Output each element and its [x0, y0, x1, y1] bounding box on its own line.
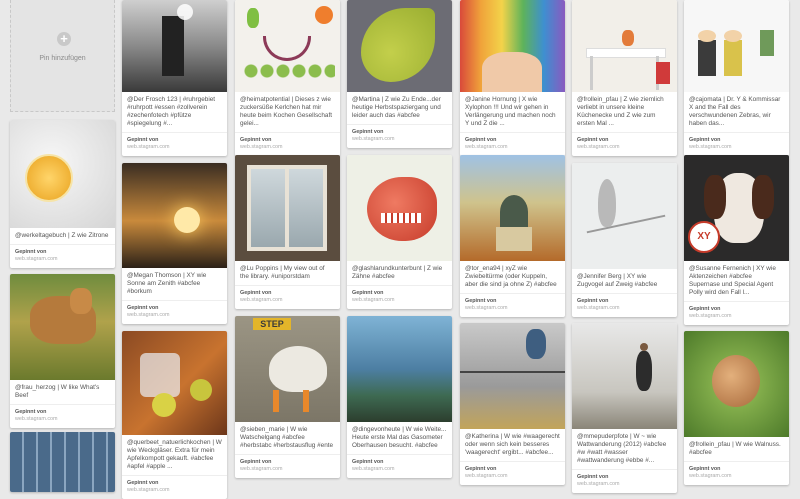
pin-image[interactable]	[235, 155, 340, 261]
pin-image[interactable]	[122, 163, 227, 268]
pin-description: @Lu Poppins | My view out of the library…	[235, 261, 340, 286]
pin-image[interactable]	[10, 120, 115, 228]
pin-description: @Katherina | W wie #waagerecht oder wenn…	[460, 429, 565, 462]
pin-source: Gepinnt von web.stagram.com	[127, 137, 170, 150]
pin-description: @frollein_pfau | W wie Walnuss. #abcfee	[684, 437, 789, 462]
pin-source: Gepinnt von web.stagram.com	[689, 466, 732, 479]
pin-source: Gepinnt von web.stagram.com	[352, 459, 395, 472]
pin-description: @sieben_marie | W wie Watschelgang #abcf…	[235, 422, 340, 455]
pin-card[interactable]: @mmepuderpfote | W ~ wie Wattwanderung (…	[572, 323, 677, 493]
pin-description: @werkeltagebuch | Z wie Zitrone	[10, 228, 115, 245]
pin-source: Gepinnt von web.stagram.com	[465, 466, 508, 479]
pin-card[interactable]: @frollein_pfau | W wie Walnuss. #abcfee …	[684, 331, 789, 485]
pin-image[interactable]	[572, 323, 677, 429]
pin-card[interactable]: @Lu Poppins | My view out of the library…	[235, 155, 340, 309]
pin-image[interactable]	[684, 331, 789, 437]
pin-source: Gepinnt von web.stagram.com	[352, 129, 395, 142]
pin-card[interactable]: @Katherina | W wie #waagerecht oder wenn…	[460, 323, 565, 485]
pin-image[interactable]: XY	[684, 155, 789, 261]
pin-description: @tor_ena94 | xyZ wie Zwiebeltürme (oder …	[460, 261, 565, 294]
plus-icon: +	[57, 32, 71, 46]
pin-card[interactable]: @cajomata | Dr. Y & Kommissar X and the …	[684, 0, 789, 156]
pin-description: @Martina | Z wie Zu Ende...der heutige H…	[347, 92, 452, 125]
pin-image[interactable]	[347, 0, 452, 92]
pin-image[interactable]	[572, 0, 677, 92]
pin-image[interactable]	[10, 432, 115, 492]
pin-description: @Megan Thomson | XY wie Sonne am Zenith …	[122, 268, 227, 301]
pin-card[interactable]: @heimatpotential | Dieses z wie zuckersü…	[235, 0, 340, 156]
pin-description: @cajomata | Dr. Y & Kommissar X and the …	[684, 92, 789, 133]
pin-source: Gepinnt von web.stagram.com	[240, 290, 283, 303]
pin-source: Gepinnt von web.stagram.com	[465, 298, 508, 311]
add-pin-button[interactable]: + Pin hinzufügen	[10, 0, 115, 112]
pin-source: Gepinnt von web.stagram.com	[15, 409, 58, 422]
pin-image[interactable]	[347, 155, 452, 261]
pin-description: @dingevonheute | W wie Weite... Heute er…	[347, 422, 452, 455]
pin-source: Gepinnt von web.stagram.com	[577, 474, 620, 487]
pin-image[interactable]	[347, 316, 452, 422]
add-pin-label: Pin hinzufügen	[39, 55, 86, 62]
pin-description: @Jennifer Berg | XY wie Zugvogel auf Zwe…	[572, 269, 677, 294]
pin-description: @frau_herzog | W like What's Beef	[10, 380, 115, 405]
pin-card[interactable]: @Megan Thomson | XY wie Sonne am Zenith …	[122, 163, 227, 324]
pin-card[interactable]	[10, 432, 115, 492]
pin-image[interactable]: STEP	[235, 316, 340, 422]
pin-source: Gepinnt von web.stagram.com	[689, 137, 732, 150]
pin-image[interactable]	[235, 0, 340, 92]
pin-card[interactable]: @Martina | Z wie Zu Ende...der heutige H…	[347, 0, 452, 148]
pin-source: Gepinnt von web.stagram.com	[127, 480, 170, 493]
pin-source: Gepinnt von web.stagram.com	[15, 249, 58, 262]
pin-description: @mmepuderpfote | W ~ wie Wattwanderung (…	[572, 429, 677, 470]
pin-description: @heimatpotential | Dieses z wie zuckersü…	[235, 92, 340, 133]
pin-description: @glashlarundkunterbunt | Z wie Zähne #ab…	[347, 261, 452, 286]
pin-source: Gepinnt von web.stagram.com	[127, 305, 170, 318]
pin-description: @querbeet_natuerlichkochen | W wie Weckg…	[122, 435, 227, 476]
pin-source: Gepinnt von web.stagram.com	[577, 137, 620, 150]
pin-image[interactable]	[122, 0, 227, 92]
pin-description: @Janine Hornung | X wie Xylophon !!! Und…	[460, 92, 565, 133]
pin-image[interactable]	[684, 0, 789, 92]
pin-image[interactable]	[572, 163, 677, 269]
pin-card[interactable]: @frollein_pfau | Z wie ziemlich verliebt…	[572, 0, 677, 156]
pin-source: Gepinnt von web.stagram.com	[240, 459, 283, 472]
pin-image[interactable]	[10, 274, 115, 380]
pin-source: Gepinnt von web.stagram.com	[689, 306, 732, 319]
pin-card[interactable]: @tor_ena94 | xyZ wie Zwiebeltürme (oder …	[460, 155, 565, 317]
pin-card[interactable]: @glashlarundkunterbunt | Z wie Zähne #ab…	[347, 155, 452, 309]
pin-card[interactable]: @Jennifer Berg | XY wie Zugvogel auf Zwe…	[572, 163, 677, 317]
pin-description: @Der Frosch 123 | #ruhrgebiet #ruhrpott …	[122, 92, 227, 133]
pin-card[interactable]: @werkeltagebuch | Z wie Zitrone Gepinnt …	[10, 120, 115, 268]
pin-card[interactable]: @Der Frosch 123 | #ruhrgebiet #ruhrpott …	[122, 0, 227, 156]
pin-description: @frollein_pfau | Z wie ziemlich verliebt…	[572, 92, 677, 133]
pin-source: Gepinnt von web.stagram.com	[240, 137, 283, 150]
pin-card[interactable]: STEP @sieben_marie | W wie Watschelgang …	[235, 316, 340, 478]
pin-description: @Susanne Fernenich | XY wie Aktenzeichen…	[684, 261, 789, 302]
pin-source: Gepinnt von web.stagram.com	[577, 298, 620, 311]
pin-card[interactable]: @dingevonheute | W wie Weite... Heute er…	[347, 316, 452, 478]
pin-image[interactable]	[460, 0, 565, 92]
pin-source: Gepinnt von web.stagram.com	[352, 290, 395, 303]
pin-card[interactable]: XY @Susanne Fernenich | XY wie Aktenzeic…	[684, 155, 789, 325]
pin-card[interactable]: @frau_herzog | W like What's Beef Gepinn…	[10, 274, 115, 428]
pin-image[interactable]	[460, 323, 565, 429]
pin-card[interactable]: @querbeet_natuerlichkochen | W wie Weckg…	[122, 331, 227, 499]
pin-image[interactable]	[122, 331, 227, 435]
pin-source: Gepinnt von web.stagram.com	[465, 137, 508, 150]
pin-card[interactable]: @Janine Hornung | X wie Xylophon !!! Und…	[460, 0, 565, 156]
pin-image[interactable]	[460, 155, 565, 261]
